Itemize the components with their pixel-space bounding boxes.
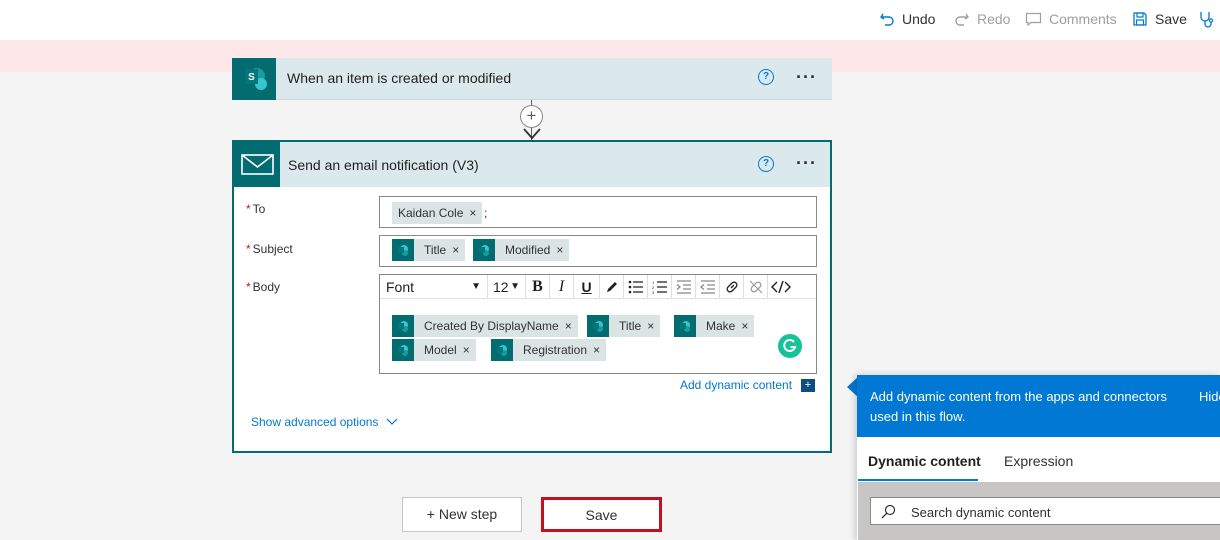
sharepoint-icon: [674, 315, 696, 337]
add-dynamic-content-link[interactable]: Add dynamic content: [680, 378, 792, 392]
rich-text-toolbar: Font ▼ 12 ▼ B I U 123: [380, 274, 816, 299]
new-step-button[interactable]: + New step: [402, 497, 522, 532]
redo-button[interactable]: Redo: [954, 11, 1010, 27]
show-advanced-label: Show advanced options: [251, 415, 379, 429]
action-header[interactable]: Send an email notification (V3) ? ···: [234, 142, 830, 187]
indent-icon[interactable]: [672, 274, 696, 299]
search-area: Search dynamic content: [858, 482, 1220, 540]
remove-token-icon[interactable]: ×: [463, 339, 470, 361]
comments-button[interactable]: Comments: [1025, 11, 1117, 27]
outdent-icon[interactable]: [696, 274, 720, 299]
help-icon[interactable]: ?: [758, 156, 774, 172]
chevron-down-icon: [387, 418, 398, 425]
undo-label: Undo: [902, 11, 936, 27]
remove-token-icon[interactable]: ×: [556, 239, 563, 261]
dynamic-content-panel: Add dynamic content from the apps and co…: [857, 375, 1220, 540]
font-size-value: 12: [493, 278, 509, 295]
pen-icon[interactable]: [600, 274, 624, 299]
flow-checker-button[interactable]: [1199, 11, 1215, 29]
arrow-down-icon: [523, 128, 541, 140]
grammarly-icon[interactable]: [778, 334, 802, 358]
insert-step-icon[interactable]: +: [520, 105, 543, 128]
sharepoint-icon: S: [232, 58, 276, 100]
comment-icon: [1025, 12, 1042, 27]
sharepoint-icon: [392, 315, 414, 337]
help-icon[interactable]: ?: [758, 69, 774, 85]
sharepoint-icon: [491, 339, 513, 361]
italic-icon[interactable]: I: [550, 274, 574, 299]
code-view-icon[interactable]: [768, 275, 794, 299]
unlink-icon[interactable]: [744, 274, 768, 299]
subject-token-modified[interactable]: Modified ×: [473, 239, 570, 261]
undo-icon: [880, 13, 894, 26]
chevron-down-icon: ▼: [510, 281, 520, 292]
link-icon[interactable]: [720, 274, 744, 299]
bullet-list-icon[interactable]: [624, 274, 648, 299]
font-select-value: Font: [386, 278, 415, 295]
save-command-button[interactable]: Save: [1132, 11, 1187, 27]
font-select[interactable]: Font ▼: [380, 274, 488, 299]
remove-token-icon[interactable]: ×: [452, 239, 459, 261]
font-size-select[interactable]: 12 ▼: [488, 274, 526, 299]
underline-icon[interactable]: U: [574, 274, 600, 299]
to-field[interactable]: Kaidan Cole × ;: [379, 196, 817, 228]
redo-label: Redo: [977, 11, 1011, 27]
body-label: * Body: [246, 280, 281, 294]
sharepoint-icon: [587, 315, 609, 337]
to-label: * To: [246, 202, 266, 216]
show-advanced-options[interactable]: Show advanced options: [251, 415, 398, 429]
command-bar: Undo Redo Comments Save: [0, 0, 1220, 40]
search-dynamic-content-input[interactable]: Search dynamic content: [870, 497, 1220, 525]
bold-icon[interactable]: B: [526, 274, 550, 299]
panel-header-text: Add dynamic content from the apps and co…: [870, 389, 1168, 424]
save-icon: [1133, 12, 1147, 26]
body-token[interactable]: Created By DisplayName ×: [392, 315, 578, 337]
remove-token-icon[interactable]: ×: [565, 315, 572, 337]
redo-icon: [955, 13, 969, 26]
active-tab-indicator: [858, 479, 978, 481]
numbered-list-icon[interactable]: 123: [648, 274, 672, 299]
body-token[interactable]: Registration ×: [491, 339, 607, 361]
subject-field[interactable]: Title × Modified ×: [379, 235, 817, 267]
tab-dynamic-content[interactable]: Dynamic content: [868, 453, 981, 469]
to-token[interactable]: Kaidan Cole ×: [392, 202, 483, 224]
body-token[interactable]: Title ×: [587, 315, 661, 337]
comments-label: Comments: [1049, 11, 1117, 27]
remove-token-icon[interactable]: ×: [593, 339, 600, 361]
panel-header: Add dynamic content from the apps and co…: [857, 375, 1220, 437]
trigger-card[interactable]: S When an item is created or modified ? …: [232, 58, 832, 100]
save-command-label: Save: [1155, 11, 1187, 27]
sharepoint-icon: [473, 239, 495, 261]
save-button[interactable]: Save: [541, 497, 662, 532]
stethoscope-icon: [1200, 12, 1214, 28]
search-icon: [881, 504, 896, 519]
undo-button[interactable]: Undo: [879, 11, 935, 27]
hide-panel-link[interactable]: Hide: [1199, 389, 1220, 404]
body-token[interactable]: Make ×: [674, 315, 755, 337]
sharepoint-icon: [392, 239, 414, 261]
to-separator: ;: [484, 206, 488, 220]
trigger-title: When an item is created or modified: [287, 70, 512, 86]
action-card: Send an email notification (V3) ? ··· * T…: [232, 140, 832, 453]
search-placeholder: Search dynamic content: [911, 505, 1051, 520]
more-options-icon[interactable]: ···: [796, 154, 817, 172]
remove-token-icon[interactable]: ×: [647, 315, 654, 337]
body-editor[interactable]: Font ▼ 12 ▼ B I U 123 Created By Display…: [379, 274, 817, 374]
sharepoint-icon: [392, 339, 414, 361]
remove-token-icon[interactable]: ×: [469, 206, 476, 220]
svg-text:S: S: [248, 72, 255, 83]
more-options-icon[interactable]: ···: [796, 68, 817, 86]
body-token[interactable]: Model ×: [392, 339, 476, 361]
svg-text:3: 3: [652, 290, 655, 294]
subject-label: * Subject: [246, 242, 293, 256]
mail-icon: [234, 142, 280, 187]
chevron-down-icon: ▼: [471, 281, 481, 292]
subject-token-title[interactable]: Title ×: [392, 239, 466, 261]
tab-expression[interactable]: Expression: [1004, 453, 1073, 469]
remove-token-icon[interactable]: ×: [741, 315, 748, 337]
action-title: Send an email notification (V3): [288, 157, 479, 173]
add-icon[interactable]: +: [801, 379, 815, 392]
